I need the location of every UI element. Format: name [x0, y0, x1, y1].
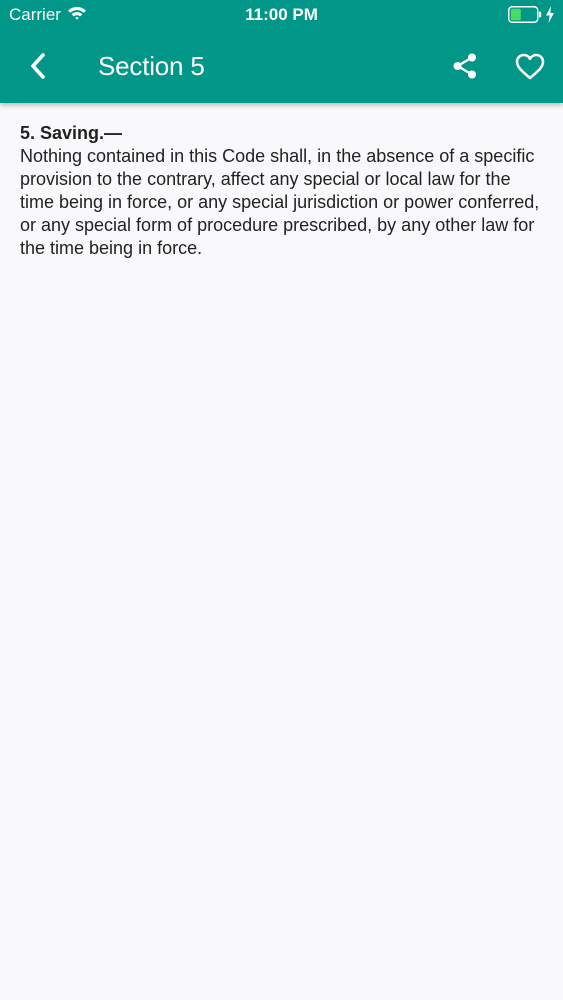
section-content: 5. Saving.— Nothing contained in this Co…	[20, 122, 545, 260]
status-time: 11:00 PM	[245, 5, 318, 24]
chevron-left-icon	[31, 53, 45, 79]
back-button[interactable]	[18, 46, 58, 86]
heart-outline-icon	[515, 53, 545, 79]
section-heading: 5. Saving.—	[20, 123, 123, 143]
bolt-icon	[546, 6, 554, 23]
share-button[interactable]	[446, 47, 484, 85]
battery-icon	[508, 6, 542, 23]
section-body: Nothing contained in this Code shall, in…	[20, 146, 540, 258]
page-title: Section 5	[98, 51, 205, 81]
toolbar: Section 5	[0, 30, 563, 103]
share-icon	[453, 53, 476, 79]
favorite-button[interactable]	[510, 47, 550, 85]
app-header: Carrier 11:00 PM Section 5	[0, 0, 563, 103]
status-bar: Carrier 11:00 PM	[0, 0, 563, 30]
